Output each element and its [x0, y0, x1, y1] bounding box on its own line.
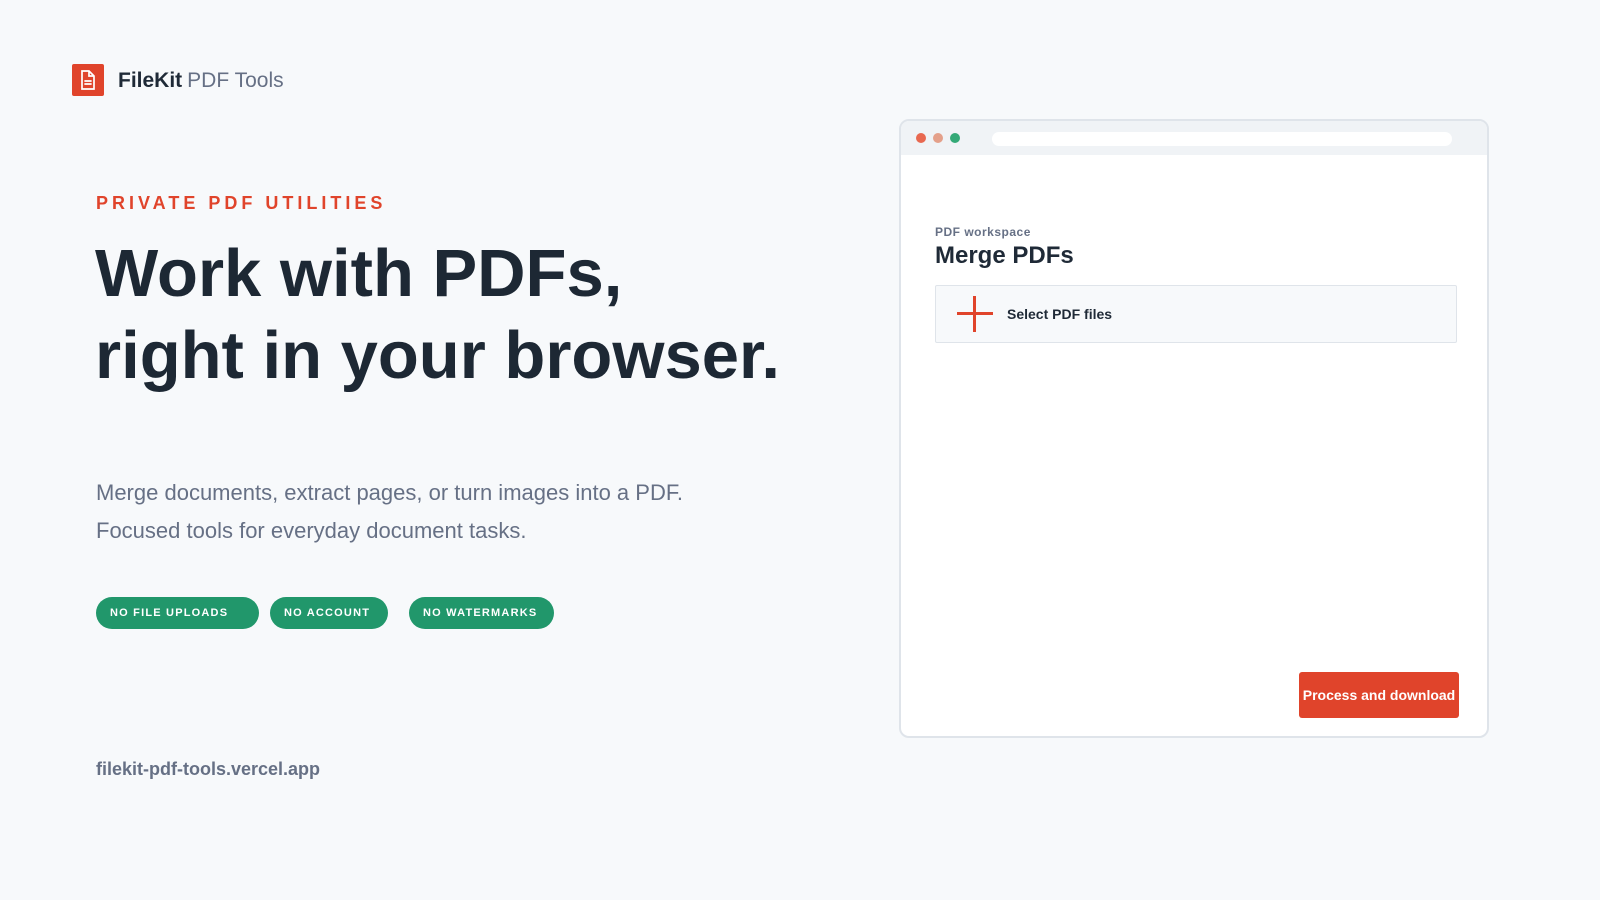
minimize-window-icon: [933, 133, 943, 143]
hero-title-line-1: Work with PDFs,: [95, 236, 623, 311]
hero-description: Merge documents, extract pages, or turn …: [96, 474, 776, 550]
browser-toolbar: [901, 121, 1487, 155]
merge-pdf-preview-window: PDF workspace Merge PDFs Select PDF file…: [899, 119, 1489, 738]
select-pdf-files-dropzone[interactable]: Select PDF files: [935, 285, 1457, 343]
no-file-uploads-badge: NO FILE UPLOADS: [96, 597, 259, 629]
hero-title: Work with PDFs, right in your browser.: [95, 233, 855, 397]
document-icon: [72, 64, 104, 96]
product-title: PDF Tools: [187, 68, 284, 92]
maximize-window-icon: [950, 133, 960, 143]
hero-title-line-2: right in your browser.: [95, 318, 780, 393]
plus-icon: [957, 296, 993, 332]
no-watermarks-badge: NO WATERMARKS: [409, 597, 554, 629]
hero-eyebrow: PRIVATE PDF UTILITIES: [96, 193, 387, 213]
process-and-download-button[interactable]: Process and download: [1299, 672, 1459, 718]
workspace-label: PDF workspace: [935, 225, 1031, 239]
privacy-badges: NO FILE UPLOADS NO ACCOUNT NO WATERMARKS: [96, 597, 554, 629]
hero-description-line-2: Focused tools for everyday document task…: [96, 518, 527, 543]
no-account-badge: NO ACCOUNT: [270, 597, 388, 629]
site-url: filekit-pdf-tools.vercel.app: [96, 759, 321, 779]
select-pdf-files-label: Select PDF files: [1007, 306, 1113, 322]
address-bar: [992, 132, 1452, 146]
brand-logo[interactable]: FileKit PDF Tools: [72, 64, 284, 96]
workspace-title: Merge PDFs: [935, 242, 1074, 269]
close-window-icon: [916, 133, 926, 143]
brand-title: FileKit: [118, 68, 183, 92]
brand-name: FileKit PDF Tools: [118, 70, 284, 91]
hero-description-line-1: Merge documents, extract pages, or turn …: [96, 480, 683, 505]
